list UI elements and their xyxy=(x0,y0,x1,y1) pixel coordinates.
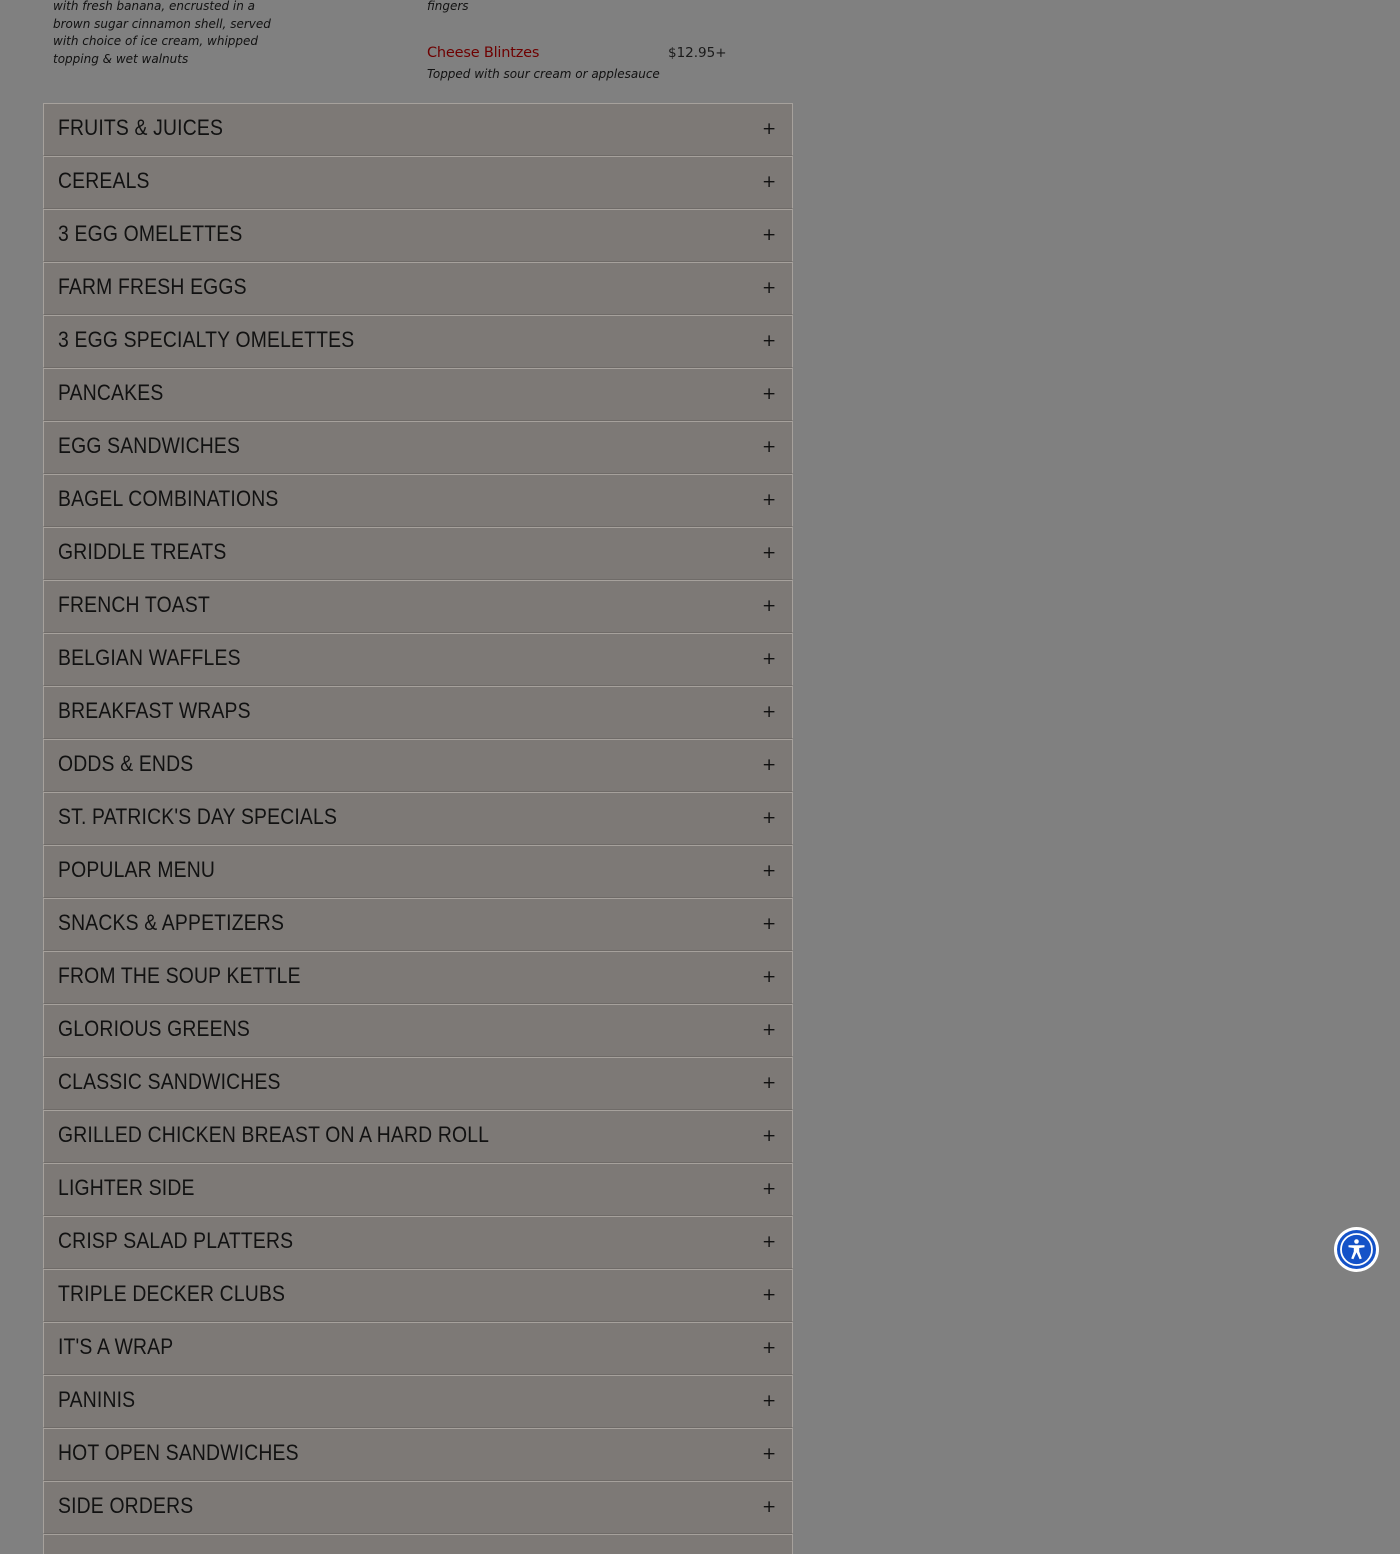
plus-icon[interactable]: + xyxy=(762,648,776,670)
plus-icon[interactable]: + xyxy=(762,171,776,193)
menu-section-header[interactable]: 3 EGG SPECIALTY OMELETTES + xyxy=(43,315,793,368)
menu-section-header[interactable]: HOT OPEN SANDWICHES + xyxy=(43,1428,793,1481)
menu-section-header[interactable]: FARM FRESH EGGS + xyxy=(43,262,793,315)
menu-section-header[interactable]: 3 EGG OMELETTES + xyxy=(43,209,793,262)
plus-icon[interactable]: + xyxy=(762,595,776,617)
menu-section-title: PANCAKES xyxy=(58,380,164,405)
accessibility-button[interactable] xyxy=(1334,1227,1379,1272)
menu-section-header[interactable]: TRIPLE DECKER CLUBS + xyxy=(43,1269,793,1322)
menu-section-title: GLORIOUS GREENS xyxy=(58,1016,250,1041)
menu-section-partial[interactable] xyxy=(43,1534,793,1554)
menu-accordion: FRUITS & JUICES + CEREALS +3 EGG OMELETTES +… xyxy=(43,103,793,1554)
plus-icon[interactable]: + xyxy=(762,436,776,458)
plus-icon[interactable]: + xyxy=(762,860,776,882)
plus-icon[interactable]: + xyxy=(762,1337,776,1359)
plus-icon[interactable]: + xyxy=(762,1231,776,1253)
menu-section-header[interactable]: BREAKFAST WRAPS + xyxy=(43,686,793,739)
plus-icon[interactable]: + xyxy=(762,330,776,352)
menu-section-header[interactable]: CRISP SALAD PLATTERS + xyxy=(43,1216,793,1269)
plus-icon[interactable]: + xyxy=(762,966,776,988)
menu-section-title: ST. PATRICK'S DAY SPECIALS xyxy=(58,804,338,829)
plus-icon[interactable]: + xyxy=(762,542,776,564)
menu-item-name-cheese-blintzes[interactable]: Cheese Blintzes xyxy=(427,45,539,61)
menu-section-header[interactable]: SNACKS & APPETIZERS + xyxy=(43,898,793,951)
menu-section-title: IT'S A WRAP xyxy=(58,1334,174,1359)
accessibility-icon xyxy=(1337,1230,1376,1269)
menu-section-header[interactable]: ODDS & ENDS + xyxy=(43,739,793,792)
menu-section-header[interactable]: BELGIAN WAFFLES + xyxy=(43,633,793,686)
menu-section-title: CLASSIC SANDWICHES xyxy=(58,1069,281,1094)
menu-section-title: CEREALS xyxy=(58,168,150,193)
menu-section-header[interactable]: LIGHTER SIDE + xyxy=(43,1163,793,1216)
plus-icon[interactable]: + xyxy=(762,1284,776,1306)
menu-section-title: BREAKFAST WRAPS xyxy=(58,698,251,723)
menu-section-header[interactable]: CLASSIC SANDWICHES + xyxy=(43,1057,793,1110)
plus-icon[interactable]: + xyxy=(762,1390,776,1412)
item-description: with fresh banana, encrusted in a brown … xyxy=(53,0,271,66)
plus-icon[interactable]: + xyxy=(762,1178,776,1200)
menu-section-title: FRUITS & JUICES xyxy=(58,115,224,140)
menu-section-title: 3 EGG OMELETTES xyxy=(58,221,243,246)
menu-section-header[interactable]: FRENCH TOAST + xyxy=(43,580,793,633)
menu-section-title: BELGIAN WAFFLES xyxy=(58,645,241,670)
menu-section-header[interactable]: EGG SANDWICHES + xyxy=(43,421,793,474)
menu-section-title: SIDE ORDERS xyxy=(58,1493,194,1518)
plus-icon[interactable]: + xyxy=(762,1443,776,1465)
plus-icon[interactable]: + xyxy=(762,277,776,299)
menu-section-title: FROM THE SOUP KETTLE xyxy=(58,963,301,988)
menu-section-header[interactable]: GRILLED CHICKEN BREAST ON A HARD ROLL + xyxy=(43,1110,793,1163)
menu-section-title: CRISP SALAD PLATTERS xyxy=(58,1228,294,1253)
plus-icon[interactable]: + xyxy=(762,489,776,511)
menu-section-title: PANINIS xyxy=(58,1387,136,1412)
plus-icon[interactable]: + xyxy=(762,1019,776,1041)
menu-section-header[interactable]: PANINIS + xyxy=(43,1375,793,1428)
menu-section-title: POPULAR MENU xyxy=(58,857,216,882)
plus-icon[interactable]: + xyxy=(762,754,776,776)
menu-section-header[interactable]: POPULAR MENU + xyxy=(43,845,793,898)
menu-section-title: HOT OPEN SANDWICHES xyxy=(58,1440,299,1465)
menu-section-title: GRILLED CHICKEN BREAST ON A HARD ROLL xyxy=(58,1122,490,1147)
plus-icon[interactable]: + xyxy=(762,913,776,935)
menu-section-title: FRENCH TOAST xyxy=(58,592,210,617)
plus-icon[interactable]: + xyxy=(762,701,776,723)
menu-section-header[interactable]: SIDE ORDERS + xyxy=(43,1481,793,1534)
item-description: Topped with sour cream or applesauce xyxy=(427,67,660,81)
plus-icon[interactable]: + xyxy=(762,224,776,246)
menu-section-header[interactable]: BAGEL COMBINATIONS + xyxy=(43,474,793,527)
menu-section-title: 3 EGG SPECIALTY OMELETTES xyxy=(58,327,355,352)
menu-section-title: BAGEL COMBINATIONS xyxy=(58,486,279,511)
top-menu-items: with fresh banana, encrusted in a brown … xyxy=(0,0,800,100)
plus-icon[interactable]: + xyxy=(762,1125,776,1147)
menu-section-title: EGG SANDWICHES xyxy=(58,433,241,458)
menu-section-title: ODDS & ENDS xyxy=(58,751,194,776)
menu-section-header[interactable]: ST. PATRICK'S DAY SPECIALS + xyxy=(43,792,793,845)
menu-section-header[interactable]: PANCAKES + xyxy=(43,368,793,421)
menu-section-header[interactable]: FRUITS & JUICES + xyxy=(43,103,793,156)
menu-section-header[interactable]: CEREALS + xyxy=(43,156,793,209)
menu-section-title: FARM FRESH EGGS xyxy=(58,274,247,299)
menu-section-title: GRIDDLE TREATS xyxy=(58,539,227,564)
plus-icon[interactable]: + xyxy=(762,807,776,829)
menu-section-header[interactable]: FROM THE SOUP KETTLE + xyxy=(43,951,793,1004)
menu-section-header[interactable]: GLORIOUS GREENS + xyxy=(43,1004,793,1057)
menu-section-title: LIGHTER SIDE xyxy=(58,1175,195,1200)
plus-icon[interactable]: + xyxy=(762,1496,776,1518)
plus-icon[interactable]: + xyxy=(762,118,776,140)
plus-icon[interactable]: + xyxy=(762,383,776,405)
menu-section-title: TRIPLE DECKER CLUBS xyxy=(58,1281,286,1306)
menu-section-header[interactable]: IT'S A WRAP + xyxy=(43,1322,793,1375)
menu-section-title: SNACKS & APPETIZERS xyxy=(58,910,285,935)
menu-item-price: $12.95+ xyxy=(668,45,727,61)
plus-icon[interactable]: + xyxy=(762,1072,776,1094)
menu-section-header[interactable]: GRIDDLE TREATS + xyxy=(43,527,793,580)
item-description: fingers xyxy=(427,0,469,13)
